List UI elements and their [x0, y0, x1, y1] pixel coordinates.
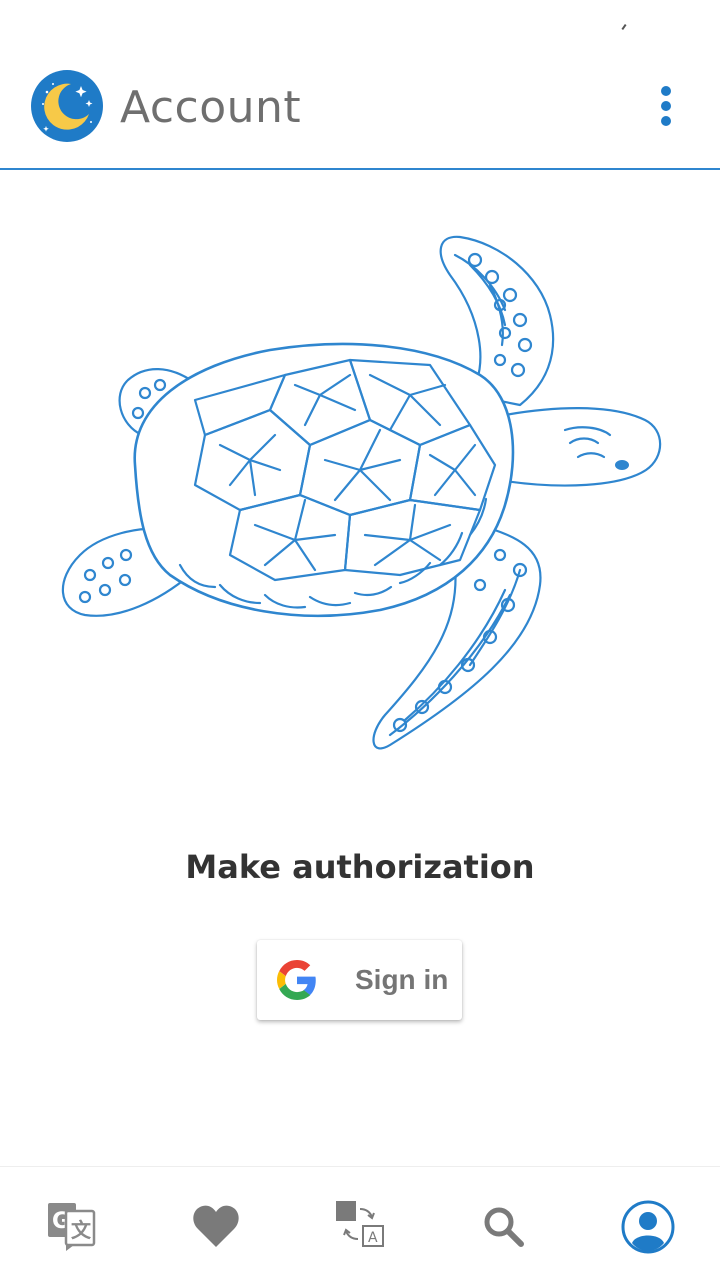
status-bar: [0, 0, 720, 56]
nav-search[interactable]: [474, 1197, 534, 1257]
translate-swap-icon: A: [330, 1197, 390, 1257]
moon-stars-icon: [31, 70, 103, 142]
nav-translate-swap[interactable]: A: [330, 1197, 390, 1257]
status-mark: [621, 23, 627, 31]
sea-turtle-illustration: [50, 225, 670, 765]
more-vert-icon[interactable]: [650, 86, 682, 126]
google-translate-icon: G 文: [42, 1197, 102, 1257]
search-icon: [474, 1197, 534, 1257]
google-sign-in-button[interactable]: Sign in: [257, 940, 462, 1020]
app-bar: Account: [0, 56, 720, 170]
auth-prompt: Make authorization: [185, 848, 535, 886]
bottom-navigation: G 文 A: [0, 1166, 720, 1281]
heart-icon: [186, 1197, 246, 1257]
nav-favorites[interactable]: [186, 1197, 246, 1257]
sign-in-label: Sign in: [355, 964, 449, 995]
nav-translate[interactable]: G 文: [42, 1197, 102, 1257]
svg-text:A: A: [368, 1230, 378, 1246]
nav-account[interactable]: [618, 1197, 678, 1257]
google-g-icon: [277, 960, 317, 1000]
page-title: Account: [120, 82, 302, 133]
account-icon: [618, 1197, 678, 1257]
svg-text:文: 文: [71, 1218, 92, 1242]
